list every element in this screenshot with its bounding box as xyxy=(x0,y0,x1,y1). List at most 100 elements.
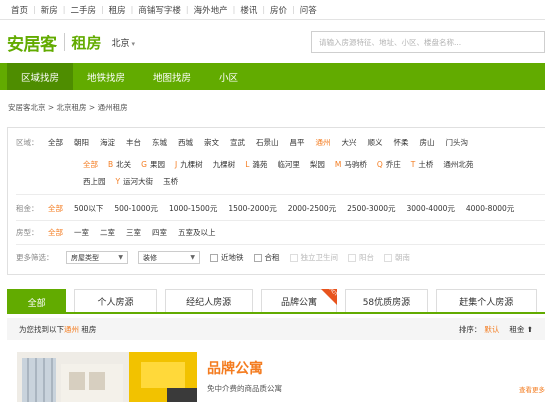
area-option[interactable]: 宣武 xyxy=(230,137,245,148)
subarea-option[interactable]: Q 乔庄 xyxy=(377,159,401,170)
area-option[interactable]: 丰台 xyxy=(126,137,141,148)
checkbox-label: 阳台 xyxy=(359,253,374,262)
main-tab[interactable]: 小区 xyxy=(205,63,252,90)
subarea-option[interactable]: Y 运河大街 xyxy=(116,176,154,187)
top-nav-item[interactable]: 商铺写字楼 xyxy=(133,4,186,16)
feature-checkbox[interactable]: 近地铁 xyxy=(210,252,244,263)
rent-option[interactable]: 2000-2500元 xyxy=(288,203,336,214)
top-nav-item[interactable]: 问答 xyxy=(295,4,322,16)
rooms-option[interactable]: 四室 xyxy=(152,227,167,238)
category-tab[interactable]: 全部 xyxy=(7,289,67,314)
checkbox-box[interactable] xyxy=(253,253,262,262)
category-tab[interactable]: 赶集个人房源 xyxy=(435,289,537,312)
checkbox-box[interactable] xyxy=(210,253,218,262)
area-option[interactable]: 昌平 xyxy=(290,137,305,148)
checkbox-label: 近地铁 xyxy=(221,253,244,262)
promo-subtitle: 免中介费的商品质公寓 xyxy=(207,384,282,393)
area-option[interactable]: 房山 xyxy=(420,137,435,148)
rent-option[interactable]: 3000-4000元 xyxy=(407,203,455,214)
subarea-option[interactable]: 临河里 xyxy=(277,159,300,170)
chevron-down-icon: ▼ xyxy=(190,254,195,261)
top-nav-item[interactable]: 房价 xyxy=(265,4,292,16)
rent-option[interactable]: 500以下 xyxy=(74,203,103,214)
subarea-row-2: 西上园 Y 运河大街 玉桥 xyxy=(83,176,188,187)
search-box[interactable] xyxy=(311,31,545,53)
logo[interactable]: 安居客 xyxy=(7,30,57,55)
rent-option[interactable]: 1000-1500元 xyxy=(169,203,217,214)
rent-option[interactable]: 全部 xyxy=(48,203,63,214)
subarea-letter: L xyxy=(245,160,250,169)
category-tab[interactable]: 经纪人房源 xyxy=(164,289,253,312)
subarea-option[interactable]: 玉桥 xyxy=(163,176,178,187)
subarea-option[interactable]: 梨园 xyxy=(310,159,325,170)
sort-default[interactable]: 默认 xyxy=(484,324,499,335)
main-tabs: 区域找房 地铁找房 地图找房 小区 xyxy=(0,63,545,90)
main-tab[interactable]: 区域找房 xyxy=(7,63,74,90)
checkbox-box xyxy=(289,253,298,262)
subarea-option[interactable]: G 果园 xyxy=(141,159,165,170)
rooms-option[interactable]: 二室 xyxy=(100,227,115,238)
top-nav-item[interactable]: 二手房 xyxy=(65,4,101,16)
rooms-option[interactable]: 全部 xyxy=(48,227,63,238)
category-tab[interactable]: 品牌公寓 HOT xyxy=(260,287,338,312)
rent-option[interactable]: 2500-3000元 xyxy=(347,203,395,214)
decoration-select[interactable]: 装修 ▼ xyxy=(138,251,200,264)
rooms-filter-row: 房型： 全部 一室 二室 三室 四室 五室及以上 xyxy=(8,227,545,238)
subarea-name: 乔庄 xyxy=(385,160,401,169)
result-prefix: 为您找到以下 xyxy=(19,324,64,334)
city-selector[interactable]: 北京 ▾ xyxy=(112,36,136,49)
checkbox-label: 独立卫生间 xyxy=(300,253,339,262)
rent-option[interactable]: 500-1000元 xyxy=(114,203,158,214)
top-nav-item[interactable]: 楼讯 xyxy=(235,4,262,16)
top-nav-item[interactable]: 新房 xyxy=(36,4,63,16)
rooms-option[interactable]: 五室及以上 xyxy=(178,227,216,238)
rent-option[interactable]: 1500-2000元 xyxy=(228,203,276,214)
subarea-option[interactable]: 全部 xyxy=(83,159,98,170)
category-tab-label: 品牌公寓 xyxy=(280,297,317,308)
area-option[interactable]: 门头沟 xyxy=(446,137,469,148)
decoration-value: 装修 xyxy=(143,253,157,262)
area-option[interactable]: 全部 xyxy=(48,137,63,148)
breadcrumb[interactable]: 安居客北京 > 北京租房 > 通州租房 xyxy=(8,102,128,113)
rooms-option[interactable]: 三室 xyxy=(126,227,141,238)
area-option[interactable]: 通州 xyxy=(316,137,331,148)
subarea-option[interactable]: B 北关 xyxy=(108,159,131,170)
site-header: 安居客 租房 北京 ▾ xyxy=(0,20,545,64)
main-tab[interactable]: 地图找房 xyxy=(139,63,205,90)
subarea-option[interactable]: 西上园 xyxy=(83,176,106,187)
top-nav-item[interactable]: 海外地产 xyxy=(189,4,233,16)
rooms-option[interactable]: 一室 xyxy=(74,227,89,238)
area-option[interactable]: 怀柔 xyxy=(394,137,409,148)
rooms-filter-label: 房型： xyxy=(16,228,39,237)
area-option[interactable]: 崇文 xyxy=(204,137,219,148)
sort-by-rent[interactable]: 租金 ⬆ xyxy=(509,324,533,335)
category-tab[interactable]: 个人房源 xyxy=(74,289,157,312)
area-option[interactable]: 西城 xyxy=(178,137,193,148)
subarea-option[interactable]: L 潞苑 xyxy=(245,159,267,170)
subarea-option[interactable]: 九棵树 xyxy=(213,159,236,170)
subarea-option[interactable]: 通州北苑 xyxy=(443,159,473,170)
feature-checkbox[interactable]: 合租 xyxy=(253,252,280,263)
main-tab[interactable]: 地铁找房 xyxy=(73,63,139,90)
area-option[interactable]: 东城 xyxy=(152,137,167,148)
promo-more-link[interactable]: 查看更多 xyxy=(519,384,545,394)
top-nav-item[interactable]: 首页 xyxy=(6,4,33,16)
top-nav-item[interactable]: 租房 xyxy=(104,4,131,16)
area-option[interactable]: 大兴 xyxy=(342,137,357,148)
area-option[interactable]: 顺义 xyxy=(368,137,383,148)
house-type-select[interactable]: 房屋类型 ▼ xyxy=(66,251,128,264)
area-option[interactable]: 朝阳 xyxy=(74,137,89,148)
section-title: 租房 xyxy=(71,33,102,52)
subarea-name: 土桥 xyxy=(418,160,434,169)
area-option[interactable]: 海淀 xyxy=(100,137,115,148)
brand-apartment-promo[interactable]: 品牌公寓 免中介费的商品质公寓 查看更多 xyxy=(7,346,545,402)
subarea-option[interactable]: M 马驹桥 xyxy=(335,159,367,170)
rent-option[interactable]: 4000-8000元 xyxy=(466,203,514,214)
category-tab[interactable]: 58优质房源 xyxy=(345,289,428,312)
search-input[interactable] xyxy=(319,37,544,47)
subarea-option[interactable]: T 土桥 xyxy=(411,159,434,170)
subarea-name: 潞苑 xyxy=(252,160,268,169)
category-tab-label: 58优质房源 xyxy=(362,297,411,308)
subarea-option[interactable]: J 九棵树 xyxy=(175,159,203,170)
area-option[interactable]: 石景山 xyxy=(256,137,279,148)
